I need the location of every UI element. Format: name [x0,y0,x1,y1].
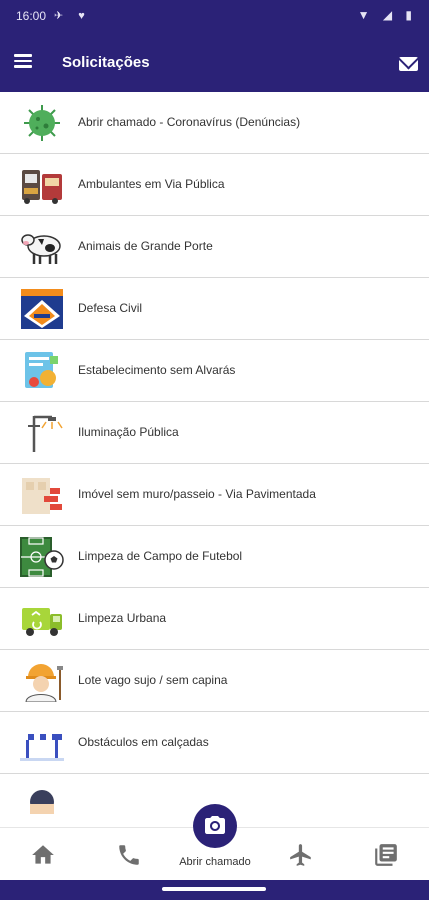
list-item-label: Abrir chamado - Coronavírus (Denúncias) [78,115,301,129]
worker-icon [25,664,63,702]
list-item[interactable]: Obstáculos em calçadas [0,712,429,774]
page-title: Solicitações [62,54,150,71]
building-wall-icon [22,478,62,514]
list-item-label: Iluminação Pública [78,425,179,439]
list-item[interactable]: Defesa Civil [0,278,429,340]
list-item-label: Ambulantes em Via Pública [78,177,225,191]
garbage-truck-icon [22,608,62,636]
list-item[interactable]: Animais de Grande Porte [0,216,429,278]
sidewalk-barrier-icon [20,734,64,761]
list-item[interactable]: Iluminação Pública [0,402,429,464]
list-item[interactable]: Limpeza Urbana [0,588,429,650]
camera-icon [205,816,225,834]
system-navigation-bar [0,880,429,900]
list-item[interactable]: Abrir chamado - Coronavírus (Denúncias) [0,92,429,154]
coronavirus-icon [24,105,60,141]
cow-icon [21,234,61,264]
open-ticket-label: Abrir chamado [179,856,251,868]
open-ticket-button[interactable] [193,804,237,848]
person-icon [30,790,54,814]
street-lamp-icon [28,415,63,452]
status-time: 16:00 [16,9,47,23]
notification-icons: ✈ ♥ [54,10,91,22]
soccer-field-icon [20,537,64,577]
civil-defense-icon [21,289,63,329]
list-item[interactable]: Lote vago sujo / sem capina [0,650,429,712]
list-item-label: Limpeza de Campo de Futebol [78,549,243,563]
list-item[interactable]: Limpeza de Campo de Futebol [0,526,429,588]
list-item-label: Lote vago sujo / sem capina [78,673,228,687]
street-vendors-icon [22,170,62,204]
list-item[interactable]: Ambulantes em Via Pública [0,154,429,216]
list-item-label: Defesa Civil [78,301,143,315]
list-item-label: Limpeza Urbana [78,611,167,625]
list-item-label: Imóvel sem muro/passeio - Via Pavimentad… [78,487,316,501]
menu-icon[interactable] [14,51,36,75]
list-item[interactable]: Imóvel sem muro/passeio - Via Pavimentad… [0,464,429,526]
system-status-icons: ▼ ◢ ▮ [357,8,417,22]
list-item-label: Animais de Grande Porte [78,239,213,253]
list-item-label: Obstáculos em calçadas [78,735,209,749]
license-document-icon [25,352,58,388]
status-bar: 16:00 ✈ ♥ ▼ ◢ ▮ [0,0,429,34]
app-bar: Solicitações [0,34,429,92]
request-list: Abrir chamado - Coronavírus (Denúncias) … [0,92,429,827]
mail-icon[interactable] [399,57,418,71]
home-gesture-handle[interactable] [162,887,266,891]
list-item[interactable]: Estabelecimento sem Alvarás [0,340,429,402]
list-item-label: Estabelecimento sem Alvarás [78,363,236,377]
